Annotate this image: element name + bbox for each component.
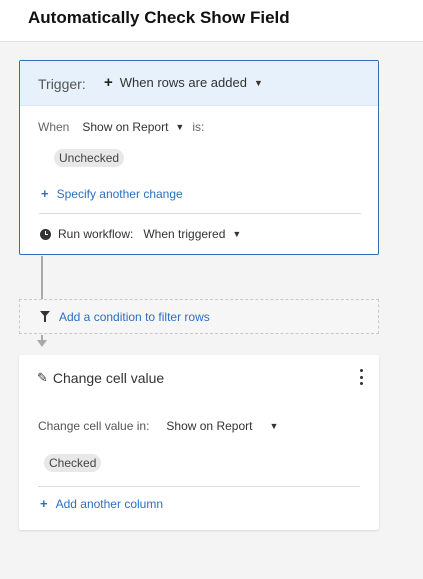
when-label: When [38, 120, 70, 134]
caret-down-icon: ▼ [232, 229, 242, 239]
run-workflow-value: When triggered [143, 227, 226, 241]
pencil-icon: ✎ [37, 370, 48, 385]
column-dropdown[interactable]: Show on Report ▼ [166, 419, 278, 433]
trigger-card: Trigger: + When rows are added ▼ When Sh… [19, 60, 379, 255]
run-workflow-dropdown[interactable]: When triggered ▼ [143, 227, 241, 241]
filter-icon [40, 311, 50, 322]
caret-down-icon: ▼ [175, 122, 185, 132]
page-title: Automatically Check Show Field [28, 8, 290, 27]
change-cell-label: Change cell value in: [38, 419, 150, 433]
clock-icon [40, 228, 51, 240]
field-dropdown-value: Show on Report [82, 120, 169, 134]
run-workflow-label: Run workflow: [58, 227, 134, 241]
connector-line [41, 256, 43, 299]
kebab-menu-icon[interactable] [358, 369, 364, 385]
column-dropdown-value: Show on Report [166, 419, 253, 433]
plus-icon: + [104, 74, 113, 91]
action-title: Change cell value [52, 370, 165, 386]
arrow-down-icon [37, 340, 47, 347]
specify-another-change-link[interactable]: + Specify another change [41, 186, 183, 201]
add-another-column-link[interactable]: + Add another column [40, 496, 163, 511]
field-dropdown[interactable]: Show on Report ▼ [82, 120, 184, 134]
caret-down-icon: ▼ [269, 421, 279, 431]
action-header: ✎ Change cell value [37, 370, 164, 386]
add-another-column-label: Add another column [55, 496, 163, 511]
action-card: ✎ Change cell value Change cell value in… [19, 355, 379, 530]
condition-row: When Show on Report ▼ is: [38, 120, 204, 134]
trigger-label: Trigger: [38, 76, 86, 92]
divider [38, 486, 360, 487]
run-workflow-row: Run workflow: When triggered ▼ [40, 227, 241, 241]
page-header: Automatically Check Show Field [0, 0, 423, 42]
plus-icon: + [40, 496, 48, 511]
trigger-header: Trigger: + When rows are added ▼ [20, 61, 378, 106]
plus-icon: + [41, 186, 49, 201]
add-filter-condition-label: Add a condition to filter rows [59, 310, 210, 324]
trigger-event-dropdown[interactable]: + When rows are added ▼ [104, 74, 263, 91]
value-chip-unchecked[interactable]: Unchecked [54, 149, 125, 167]
change-cell-row: Change cell value in: Show on Report ▼ [38, 419, 278, 433]
caret-down-icon: ▼ [253, 77, 263, 88]
value-chip-checked[interactable]: Checked [44, 454, 102, 472]
divider [39, 213, 361, 214]
specify-another-change-label: Specify another change [56, 186, 183, 201]
is-label: is: [192, 120, 205, 134]
add-filter-condition-button[interactable]: Add a condition to filter rows [19, 299, 379, 334]
trigger-event-value: When rows are added [119, 75, 247, 90]
